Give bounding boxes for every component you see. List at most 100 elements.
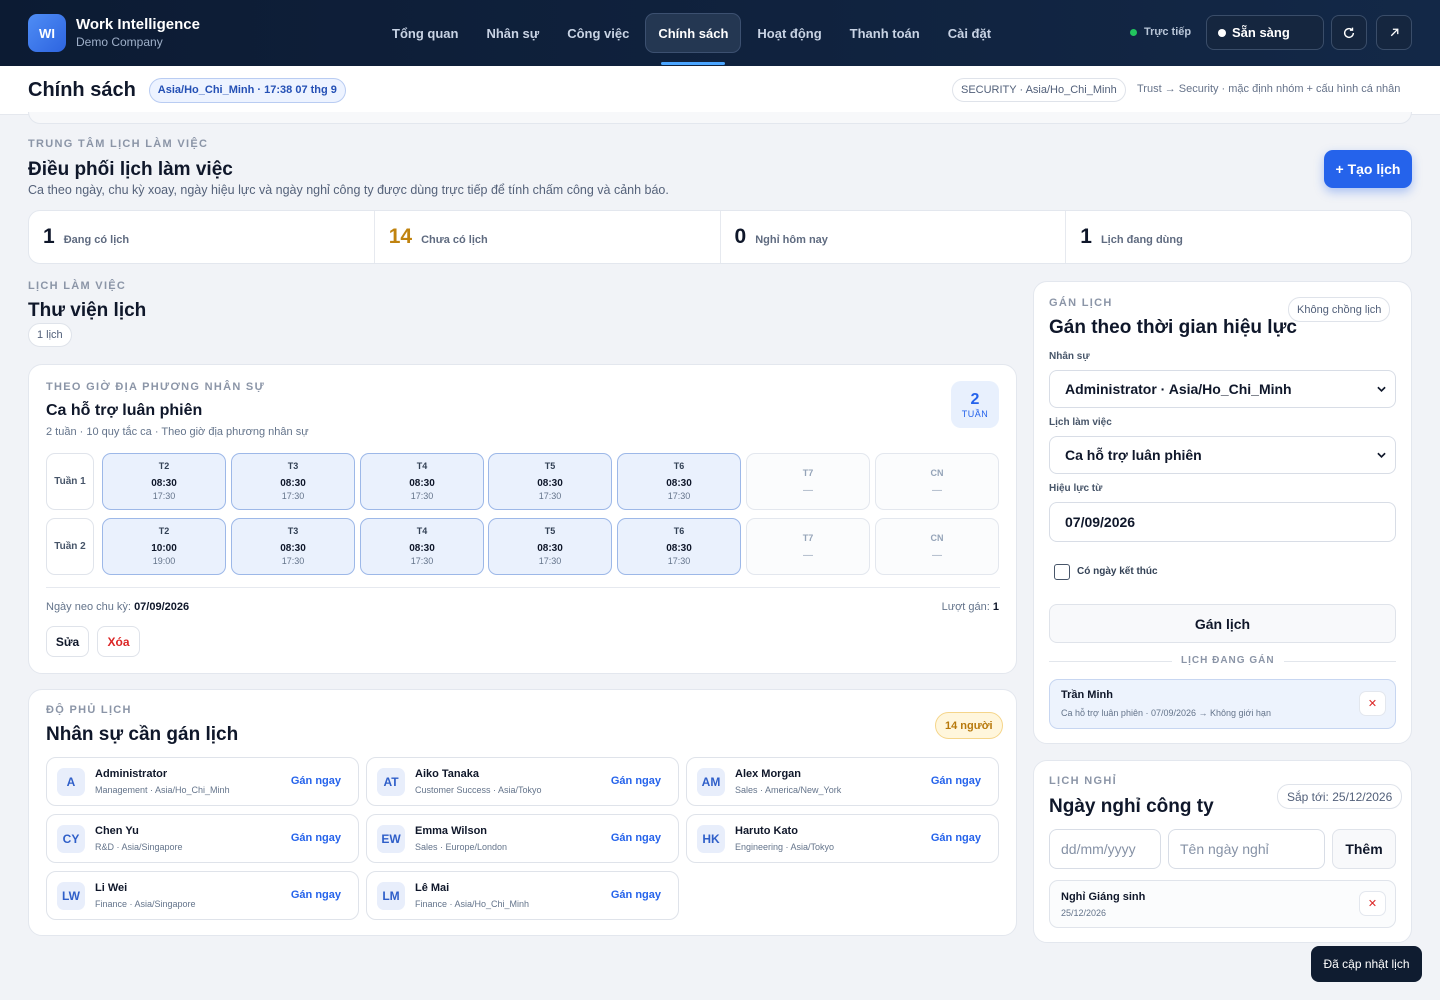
assign-submit-button[interactable]: Gán lịch [1049,604,1396,643]
shift-cell[interactable]: T6 08:30 17:30 [617,453,741,510]
employee-select[interactable]: Administrator · Asia/Ho_Chi_Minh [1049,370,1396,408]
assign-now-link[interactable]: Gán ngay [291,889,341,901]
shift-start: 08:30 [666,478,692,489]
employee-meta: R&D · Asia/Singapore [95,842,183,852]
shift-day: T2 [158,461,170,471]
tab-activity[interactable]: Hoạt động [745,13,833,53]
shift-cell[interactable]: T5 08:30 17:30 [488,518,612,575]
stat-label: Lịch đang dùng [1100,234,1183,246]
avatar: AM [697,767,725,796]
assign-now-link[interactable]: Gán ngay [931,832,981,844]
app-name: Work Intelligence [76,16,200,33]
tab-people[interactable]: Nhân sự [474,13,551,53]
stat-unscheduled: 14 Chưa có lịch [375,211,721,263]
shift-end: 17:30 [281,491,305,501]
shift-end: 17:30 [667,556,691,566]
shift-start: 08:30 [666,543,692,554]
shift-cell[interactable]: CN — [875,453,999,510]
remove-assignment-button[interactable]: ✕ [1359,691,1386,716]
stat-label: Nghỉ hôm nay [755,234,828,246]
employee-info: Emma Wilson Sales · Europe/London [415,825,507,852]
shift-cell[interactable]: T7 — [746,518,870,575]
holiday-date-input[interactable]: dd/mm/yyyy [1049,829,1161,869]
schedule-field-label: Lịch làm việc [1049,417,1112,428]
top-bar: WI Work Intelligence Demo Company Tổng q… [0,0,1440,66]
company-name: Demo Company [76,35,163,49]
ready-label: Sẵn sàng [1232,25,1290,40]
employee-info: Administrator Management · Asia/Ho_Chi_Mi… [95,768,230,795]
shift-cell[interactable]: T6 08:30 17:30 [617,518,741,575]
assignment-count: Lượt gán: 1 [942,601,999,613]
avatar: EW [377,824,405,853]
create-schedule-button[interactable]: + Tạo lịch [1324,150,1412,188]
holidays-card: LỊCH NGHỈ Ngày nghỉ công ty Sắp tới: 25/… [1033,760,1412,943]
timezone-pill: Asia/Ho_Chi_Minh · 17:38 07 thg 9 [148,77,346,103]
shift-cell[interactable]: T2 08:30 17:30 [102,453,226,510]
tab-work[interactable]: Công việc [555,13,641,53]
assign-now-link[interactable]: Gán ngay [611,889,661,901]
shift-cell[interactable]: T3 08:30 17:30 [231,518,355,575]
employee-field-label: Nhân sự [1049,351,1090,362]
stat-value: 14 [388,225,413,248]
employee-name: Administrator [95,768,168,780]
shift-cell[interactable]: T2 10:00 19:00 [102,518,226,575]
tab-overview[interactable]: Tổng quan [380,13,470,53]
shift-cell[interactable]: T5 08:30 17:30 [488,453,612,510]
stat-value: 0 [734,225,747,248]
schedule-card: THEO GIỜ ĐỊA PHƯƠNG NHÂN SỰ Ca hỗ trợ lu… [28,364,1017,674]
assign-now-link[interactable]: Gán ngay [291,775,341,787]
shift-start: 08:30 [409,478,435,489]
shift-cell[interactable]: T4 08:30 17:30 [360,518,484,575]
tab-billing[interactable]: Thanh toán [838,13,932,53]
holidays-eyebrow: LỊCH NGHỈ [1049,775,1117,787]
shift-cell[interactable]: T3 08:30 17:30 [231,453,355,510]
employee-card: LM Lê Mai Finance · Asia/Ho_Chi_Minh Gán ng… [366,871,679,920]
avatar: LW [57,881,85,910]
shift-cell[interactable]: T7 — [746,453,870,510]
tab-settings[interactable]: Cài đặt [936,13,1003,53]
remove-holiday-button[interactable]: ✕ [1359,891,1386,916]
add-holiday-button[interactable]: Thêm [1332,829,1396,869]
assignment-meta: Ca hỗ trợ luân phiên · 07/09/2026 → Khôn… [1061,708,1271,718]
assign-now-link[interactable]: Gán ngay [611,832,661,844]
app-logo[interactable]: WI [28,14,66,52]
holiday-name: Nghỉ Giáng sinh [1061,891,1146,903]
ready-status-button[interactable]: Sẵn sàng [1206,15,1324,50]
shift-day: T4 [416,461,428,471]
refresh-button[interactable] [1331,15,1367,50]
employee-card: CY Chen Yu R&D · Asia/Singapore Gán ngay [46,814,359,863]
scroll-edge [28,112,1412,124]
assign-now-link[interactable]: Gán ngay [611,775,661,787]
employee-card: EW Emma Wilson Sales · Europe/London Gán ng… [366,814,679,863]
schedule-select[interactable]: Ca hỗ trợ luân phiên [1049,436,1396,474]
shift-cell[interactable]: CN — [875,518,999,575]
anchor-date: Ngày neo chu kỳ: 07/09/2026 [46,601,189,613]
shift-cell[interactable]: T4 08:30 17:30 [360,453,484,510]
divider [46,587,1000,588]
tab-policy[interactable]: Chính sách [645,13,742,65]
shift-start: 08:30 [537,543,563,554]
brand-block: Work Intelligence Demo Company [76,16,200,50]
assign-now-link[interactable]: Gán ngay [931,775,981,787]
assign-now-link[interactable]: Gán ngay [291,832,341,844]
chevron-down-icon [1377,386,1386,392]
shift-start: 08:30 [280,543,306,554]
effective-from-input[interactable]: 07/09/2026 [1049,502,1396,542]
avatar: A [57,767,85,796]
status-dot-icon [1218,28,1226,37]
external-link-button[interactable] [1376,15,1412,50]
employee-meta: Engineering · Asia/Tokyo [735,842,835,852]
anchor-label: Ngày neo chu kỳ: [46,601,131,613]
edit-schedule-button[interactable]: Sửa [46,626,89,657]
end-date-checkbox-label[interactable]: Có ngày kết thúc [1077,566,1158,577]
shift-day: T2 [158,526,170,536]
assign-card: GÁN LỊCH Gán theo thời gian hiệu lực Khô… [1033,281,1412,744]
coverage-card: ĐỘ PHỦ LỊCH Nhân sự cần gán lịch 14 ngườ… [28,689,1017,936]
employee-name: Chen Yu [95,825,139,837]
delete-schedule-button[interactable]: Xóa [97,626,140,657]
upcoming-holiday-badge: Sắp tới: 25/12/2026 [1277,784,1403,809]
holiday-name-input[interactable]: Tên ngày nghỉ [1168,829,1325,869]
end-date-checkbox[interactable] [1054,564,1070,580]
toast-notification: Đã cập nhật lịch [1311,946,1422,982]
shift-start: 08:30 [409,543,435,554]
